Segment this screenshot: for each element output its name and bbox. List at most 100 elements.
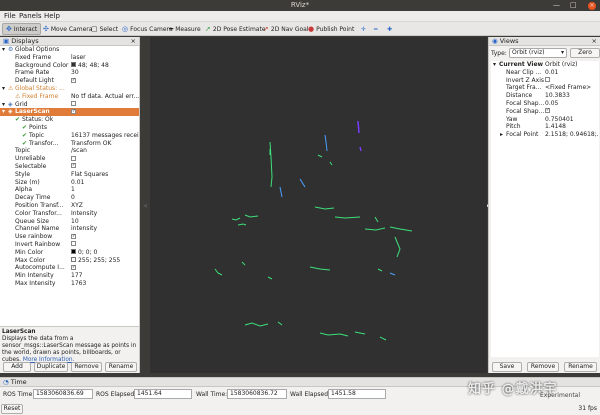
zero-button[interactable]: Zero: [570, 48, 600, 58]
display-row[interactable]: Queue Size 10: [0, 218, 139, 226]
display-property-value[interactable]: 1: [71, 186, 139, 194]
display-row[interactable]: Invert Rainbow: [0, 241, 139, 249]
collapse-left-icon[interactable]: ◀: [143, 203, 147, 209]
duplicate-button[interactable]: Duplicate: [34, 362, 68, 372]
view-property-value[interactable]: Orbit (rviz): [545, 61, 599, 69]
display-row[interactable]: Topic/scan: [0, 147, 139, 155]
checkbox[interactable]: [71, 101, 76, 107]
view-property-value[interactable]: 0.750401: [545, 116, 599, 124]
remove-button[interactable]: Remove: [71, 362, 102, 372]
view-row[interactable]: Target Fra... <Fixed Frame>: [491, 84, 599, 92]
display-property-value[interactable]: 30: [71, 69, 139, 77]
view-row[interactable]: Focal Shap... 0.05: [491, 100, 599, 108]
view-row[interactable]: Invert Z Axis: [491, 77, 599, 85]
display-row[interactable]: Decay Time 0: [0, 194, 139, 202]
expand-arrow-icon[interactable]: ▾: [2, 46, 5, 54]
display-row[interactable]: Max Intensity 1763: [0, 280, 139, 288]
display-row[interactable]: ▾ ⚠ Global Status: ...: [0, 85, 139, 93]
view-type-select[interactable]: Orbit (rviz) ▾: [509, 48, 567, 58]
add-tool-icon[interactable]: ✛: [358, 23, 369, 35]
display-property-value[interactable]: 0.01: [71, 179, 139, 187]
view-property-value[interactable]: 10.3833: [545, 92, 599, 100]
display-property-value[interactable]: ✓: [71, 163, 139, 171]
display-row[interactable]: Frame Rate 30: [0, 69, 139, 77]
close-panel-icon[interactable]: ×: [131, 37, 136, 46]
checkbox[interactable]: ✓: [71, 233, 76, 239]
display-property-value[interactable]: ✓: [71, 264, 139, 272]
rename-view-button[interactable]: Rename: [564, 362, 597, 372]
display-property-value[interactable]: /scan: [71, 147, 139, 155]
display-row[interactable]: ✔ Points: [0, 124, 139, 132]
display-property-value[interactable]: Transform OK: [71, 140, 139, 148]
display-property-value[interactable]: Flat Squares: [71, 171, 139, 179]
menu-file[interactable]: File: [4, 12, 16, 20]
display-row[interactable]: ✔ Status: Ok: [0, 116, 139, 124]
display-property-value[interactable]: XYZ: [71, 202, 139, 210]
view-row[interactable]: Yaw 0.750401: [491, 116, 599, 124]
publish-point-tool[interactable]: ● Publish Point: [305, 23, 357, 35]
display-row[interactable]: Position Transf... XYZ: [0, 202, 139, 210]
display-property-value[interactable]: 16137 messages recei...: [71, 132, 139, 140]
display-row[interactable]: Use rainbow ✓: [0, 233, 139, 241]
checkbox[interactable]: [71, 241, 76, 247]
color-swatch[interactable]: [71, 257, 76, 263]
display-row[interactable]: Default Light ✓: [0, 77, 139, 85]
render-viewport[interactable]: [150, 37, 487, 373]
display-property-value[interactable]: 0; 0; 0: [71, 249, 139, 257]
nav-goal-tool[interactable]: ➚ 2D Nav Goal: [260, 23, 312, 35]
expand-arrow-icon[interactable]: ▾: [493, 61, 496, 69]
display-property-value[interactable]: ✓: [71, 233, 139, 241]
menu-help[interactable]: Help: [44, 12, 60, 20]
display-row[interactable]: Size (m) 0.01: [0, 179, 139, 187]
expand-arrow-icon[interactable]: ▾: [2, 101, 5, 109]
save-view-button[interactable]: Save: [492, 362, 522, 372]
display-property-value[interactable]: Intensity: [71, 210, 139, 218]
display-property-value[interactable]: 10: [71, 218, 139, 226]
displays-tree[interactable]: ▾ ⚙ Global Options Fixed Frame laser Backgrou…: [0, 46, 139, 326]
checkbox[interactable]: [545, 77, 550, 83]
display-row[interactable]: Background Color 48; 48; 48: [0, 62, 139, 70]
color-swatch[interactable]: [71, 249, 76, 255]
tool-properties-icon[interactable]: ✚: [384, 23, 395, 35]
display-row[interactable]: Alpha 1: [0, 186, 139, 194]
menu-panels[interactable]: Panels: [19, 12, 42, 20]
view-row[interactable]: Focal Shap... ✓: [491, 108, 599, 116]
display-property-value[interactable]: [71, 155, 139, 163]
display-row[interactable]: Fixed Frame laser: [0, 54, 139, 62]
display-property-value[interactable]: [71, 241, 139, 249]
display-row[interactable]: ✔ Transfor... Transform OK: [0, 140, 139, 148]
display-row[interactable]: Autocompute I... ✓: [0, 264, 139, 272]
remove-view-button[interactable]: Remove: [527, 362, 559, 372]
close-icon[interactable]: ×: [588, 1, 596, 10]
checkbox[interactable]: ✓: [71, 163, 76, 169]
color-swatch[interactable]: [71, 62, 76, 68]
pose-estimate-tool[interactable]: ➚ 2D Pose Estimate: [202, 23, 269, 35]
display-row[interactable]: Channel Name intensity: [0, 225, 139, 233]
display-property-value[interactable]: ✓: [71, 108, 139, 116]
display-row[interactable]: Style Flat Squares: [0, 171, 139, 179]
display-property-value[interactable]: 0: [71, 194, 139, 202]
view-property-value[interactable]: <Fixed Frame>: [545, 84, 599, 92]
view-property-value[interactable]: 0.05: [545, 100, 599, 108]
view-property-value[interactable]: 0.01: [545, 69, 599, 77]
display-property-value[interactable]: laser: [71, 54, 139, 62]
display-row[interactable]: Color Transfor... Intensity: [0, 210, 139, 218]
display-row[interactable]: Selectable ✓: [0, 163, 139, 171]
display-row[interactable]: ▾ ◈ Grid: [0, 101, 139, 109]
reset-button[interactable]: Reset: [1, 404, 23, 414]
display-row[interactable]: ✔ Topic 16137 messages recei...: [0, 132, 139, 140]
rename-button[interactable]: Rename: [105, 362, 137, 372]
display-property-value[interactable]: 177: [71, 272, 139, 280]
checkbox[interactable]: ✓: [545, 108, 550, 114]
close-views-icon[interactable]: ×: [592, 37, 597, 46]
display-property-value[interactable]: 48; 48; 48: [71, 62, 139, 70]
checkbox[interactable]: ✓: [71, 108, 76, 114]
view-row[interactable]: Pitch 1.4148: [491, 123, 599, 131]
display-property-value[interactable]: No tf data. Actual err...: [71, 93, 139, 101]
display-property-value[interactable]: ✓: [71, 77, 139, 85]
display-row[interactable]: ⚠ Fixed Frame No tf data. Actual err...: [0, 93, 139, 101]
view-property-value[interactable]: 1.4148: [545, 123, 599, 131]
expand-arrow-icon[interactable]: ▾: [2, 108, 5, 116]
display-row[interactable]: Max Color 255; 255; 255: [0, 257, 139, 265]
view-row[interactable]: Near Clip ... 0.01: [491, 69, 599, 77]
